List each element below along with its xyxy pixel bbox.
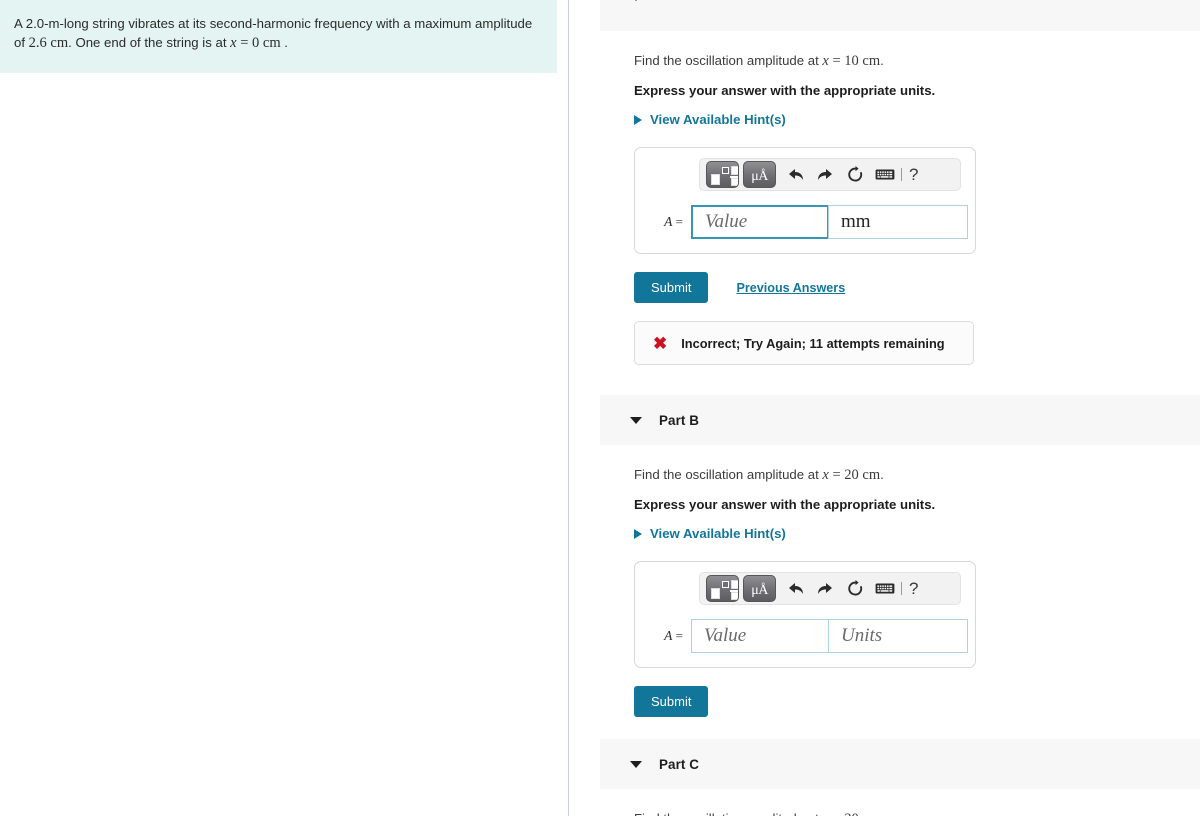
part-c-body: Find the oscillation amplitude at x = 30… — [570, 789, 1200, 816]
part-c-question-suffix: = 30 cm — [829, 811, 880, 816]
part-a-submit-button[interactable]: Submit — [634, 272, 709, 303]
keyboard-icon[interactable] — [870, 575, 900, 602]
undo-icon[interactable] — [780, 161, 810, 188]
template-icon-button[interactable] — [706, 575, 739, 602]
part-a-bottom-gap — [634, 365, 1200, 395]
part-b-hint-label: View Available Hint(s) — [650, 526, 786, 541]
part-b-variable-name: A — [664, 628, 673, 643]
units-icon-label: μÅ — [751, 583, 768, 598]
template-icon-inner — [722, 581, 729, 588]
part-b-answer-box: μÅ ? A = Value Units — [634, 561, 976, 668]
part-a-value-input[interactable]: Value — [691, 205, 829, 239]
part-b-hint-toggle[interactable]: View Available Hint(s) — [634, 512, 786, 541]
part-b-bottom-gap — [634, 717, 1200, 739]
part-a-feedback: ✖ Incorrect; Try Again; 11 attempts rema… — [634, 321, 974, 365]
part-a-feedback-text: Incorrect; Try Again; 11 attempts remain… — [681, 335, 945, 351]
chevron-down-icon[interactable] — [630, 760, 642, 768]
template-icon-denominator — [731, 178, 738, 186]
part-a-question: Find the oscillation amplitude at x = 10… — [634, 31, 1200, 70]
part-c-question-prefix: Find the oscillation amplitude at — [634, 811, 822, 816]
template-icon-inner — [722, 167, 729, 174]
part-a-units-input[interactable]: mm — [828, 205, 968, 239]
toolbar-separator — [901, 168, 902, 181]
part-a-equals-sign: = — [675, 214, 683, 229]
part-b-toolbar: μÅ ? — [699, 572, 961, 605]
part-a-question-prefix: Find the oscillation amplitude at — [634, 53, 823, 68]
part-a-body: Find the oscillation amplitude at x = 10… — [570, 31, 1200, 395]
x-mark-icon: ✖ — [653, 333, 668, 353]
problem-seg-5: = 0 cm — [236, 35, 281, 51]
part-a-question-suffix: = 10 cm — [828, 53, 881, 69]
part-a-question-end: . — [880, 53, 884, 68]
undo-icon[interactable] — [780, 575, 810, 602]
template-icon — [711, 174, 720, 185]
problem-statement-box: A 2.0-m-long string vibrates at its seco… — [0, 0, 557, 73]
part-b-question-end: . — [880, 467, 884, 482]
part-b-question: Find the oscillation amplitude at x = 20… — [634, 445, 1200, 484]
chevron-down-icon[interactable] — [630, 416, 642, 424]
reset-icon[interactable] — [840, 161, 870, 188]
part-b-submit-row: Submit — [634, 686, 1200, 717]
part-b-equals-sign: = — [675, 628, 683, 643]
template-icon-button[interactable] — [706, 161, 739, 188]
part-b-input-row: A = Value Units — [647, 619, 968, 653]
template-icon-numerator — [731, 166, 738, 175]
chevron-right-icon — [634, 114, 642, 125]
redo-icon[interactable] — [810, 575, 840, 602]
part-a-answer-box: μÅ ? A = Value mm — [634, 147, 976, 254]
part-b-instruction: Express your answer with the appropriate… — [634, 497, 936, 512]
part-b-header[interactable]: Part B — [600, 395, 1200, 445]
template-icon-denominator — [731, 592, 738, 600]
part-b-units-input[interactable]: Units — [828, 619, 968, 653]
keyboard-icon[interactable] — [870, 161, 900, 188]
part-a-instruction: Express your answer with the appropriate… — [634, 83, 936, 98]
problem-statement-text: A 2.0-m-long string vibrates at its seco… — [14, 14, 539, 53]
help-icon[interactable]: ? — [907, 165, 918, 185]
problem-seg-2: 2.6 cm — [28, 35, 69, 51]
page-root: A 2.0-m-long string vibrates at its seco… — [0, 0, 1200, 816]
units-icon-button[interactable]: μÅ — [743, 161, 776, 188]
part-b-submit-button[interactable]: Submit — [634, 686, 709, 717]
part-c-question-end: . — [880, 811, 884, 816]
part-a-variable-name: A — [664, 214, 673, 229]
part-a-variable-label: A = — [647, 214, 691, 230]
part-c-header[interactable]: Part C — [600, 739, 1200, 789]
part-b-question-prefix: Find the oscillation amplitude at — [634, 467, 823, 482]
part-c-title: Part C — [659, 756, 700, 772]
problem-seg-6: . — [280, 35, 288, 50]
units-icon-label: μÅ — [751, 169, 768, 184]
part-b-question-suffix: = 20 cm — [828, 467, 881, 483]
template-icon-numerator — [731, 580, 738, 589]
template-icon — [711, 588, 720, 599]
part-a-hint-toggle[interactable]: View Available Hint(s) — [634, 98, 786, 127]
chevron-down-icon[interactable] — [630, 0, 642, 1]
part-b-body: Find the oscillation amplitude at x = 20… — [570, 445, 1200, 739]
part-b-value-input[interactable]: Value — [691, 619, 829, 653]
redo-icon[interactable] — [810, 161, 840, 188]
chevron-right-icon — [634, 528, 642, 539]
part-a-hint-label: View Available Hint(s) — [650, 112, 786, 127]
help-icon[interactable]: ? — [907, 579, 918, 599]
parts-panel: Part A Find the oscillation amplitude at… — [570, 0, 1200, 816]
part-b-variable-label: A = — [647, 628, 691, 644]
problem-panel: A 2.0-m-long string vibrates at its seco… — [0, 0, 569, 816]
units-icon-button[interactable]: μÅ — [743, 575, 776, 602]
part-a-submit-row: Submit Previous Answers — [634, 272, 1200, 303]
toolbar-separator — [901, 582, 902, 595]
part-c-question: Find the oscillation amplitude at x = 30… — [634, 789, 1200, 816]
part-a-input-row: A = Value mm — [647, 205, 968, 239]
reset-icon[interactable] — [840, 575, 870, 602]
part-a-previous-answers-link[interactable]: Previous Answers — [736, 281, 845, 295]
part-a-header[interactable]: Part A — [600, 0, 1200, 31]
problem-seg-3: . One end of the string is at — [68, 35, 231, 50]
part-b-title: Part B — [659, 412, 700, 428]
part-a-toolbar: μÅ ? — [699, 158, 961, 191]
